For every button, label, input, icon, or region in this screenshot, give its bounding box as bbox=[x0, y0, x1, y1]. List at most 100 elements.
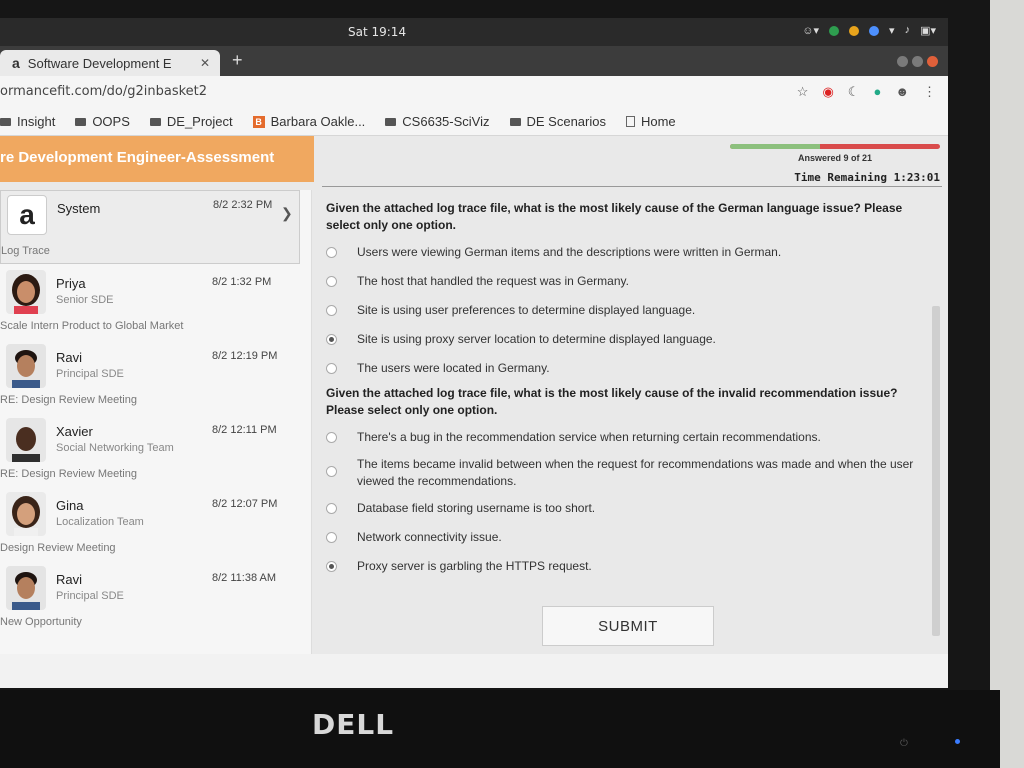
message-time: 8/2 12:07 PM bbox=[212, 498, 278, 510]
radio-button[interactable] bbox=[326, 363, 337, 374]
radio-button[interactable] bbox=[326, 532, 337, 543]
profile-avatar-icon[interactable]: ☻ bbox=[895, 84, 909, 100]
chrome-icon[interactable] bbox=[849, 26, 860, 36]
header-divider bbox=[322, 186, 942, 187]
update-icon[interactable] bbox=[869, 26, 880, 36]
minimize-icon[interactable] bbox=[897, 56, 908, 67]
opera-extension-icon[interactable]: ◉ bbox=[822, 84, 833, 100]
radio-button[interactable] bbox=[326, 247, 337, 258]
folder-icon bbox=[509, 117, 521, 126]
bookmark-star-icon[interactable]: ☆ bbox=[797, 84, 809, 100]
maximize-icon[interactable] bbox=[912, 56, 923, 67]
radio-button[interactable] bbox=[326, 503, 337, 514]
amazon-logo-icon: a bbox=[7, 195, 47, 235]
page-icon bbox=[625, 116, 635, 127]
lock-icon[interactable]: ▣▾ bbox=[920, 24, 936, 37]
avatar bbox=[6, 492, 46, 536]
radio-button[interactable] bbox=[326, 305, 337, 316]
bookmark-label: CS6635-SciViz bbox=[402, 114, 490, 129]
message-subject: RE: Design Review Meeting bbox=[0, 468, 137, 480]
answered-count: Answered 9 of 21 bbox=[797, 153, 873, 163]
url-field[interactable]: ormancefit.com/do/g2inbasket2 bbox=[0, 84, 207, 99]
question-1-option-5[interactable]: The users were located in Germany. bbox=[318, 360, 930, 377]
close-window-icon[interactable] bbox=[927, 56, 938, 67]
wifi-icon[interactable]: ▾ bbox=[889, 24, 895, 37]
question-1-option-3[interactable]: Site is using user preferences to determ… bbox=[318, 302, 930, 319]
question-scrollbar[interactable] bbox=[932, 306, 940, 636]
bookmark-label: Insight bbox=[17, 114, 56, 129]
bookmark-home[interactable]: Home bbox=[625, 114, 676, 129]
bookmark-oops[interactable]: OOPS bbox=[75, 114, 130, 129]
avatar bbox=[6, 566, 46, 610]
bookmark-de-project[interactable]: DE_Project bbox=[149, 114, 233, 129]
dark-mode-icon[interactable]: ☾ bbox=[848, 84, 860, 100]
time-remaining: Time Remaining 1:23:01 bbox=[794, 171, 940, 184]
radio-button-selected[interactable] bbox=[326, 334, 337, 345]
sender-role: Principal SDE bbox=[56, 590, 124, 602]
screen-bottom-margin bbox=[0, 654, 948, 688]
inbox-item-system[interactable]: a System 8/2 2:32 PM ❯ Log Trace bbox=[0, 190, 300, 264]
message-subject: Design Review Meeting bbox=[0, 542, 116, 554]
inbox-list: a System 8/2 2:32 PM ❯ Log Trace Priya S… bbox=[0, 190, 312, 658]
submit-button[interactable]: SUBMIT bbox=[542, 606, 714, 646]
radio-button-selected[interactable] bbox=[326, 561, 337, 572]
bookmark-barbara-oakley[interactable]: B Barbara Oakle... bbox=[252, 114, 365, 129]
question-1-option-4[interactable]: Site is using proxy server location to d… bbox=[318, 331, 930, 348]
question-2-option-4[interactable]: Network connectivity issue. bbox=[318, 529, 930, 546]
sender-name: Gina bbox=[56, 498, 84, 513]
sender-name: Ravi bbox=[56, 350, 83, 365]
wall-background bbox=[990, 0, 1024, 768]
option-label: The users were located in Germany. bbox=[357, 361, 550, 375]
window-controls bbox=[897, 56, 938, 67]
bookmark-label: OOPS bbox=[92, 114, 130, 129]
question-2-option-3[interactable]: Database field storing username is too s… bbox=[318, 500, 930, 517]
option-label: Site is using user preferences to determ… bbox=[357, 303, 696, 317]
bookmark-de-scenarios[interactable]: DE Scenarios bbox=[509, 114, 606, 129]
option-label: The host that handled the request was in… bbox=[357, 274, 629, 288]
inbox-item-ravi-2[interactable]: Ravi Principal SDE 8/2 11:38 AM New Oppo… bbox=[0, 562, 300, 636]
system-tray: ☺▾ ▾ ♪ ▣▾ bbox=[802, 24, 936, 37]
amazon-favicon-icon: a bbox=[12, 55, 20, 71]
question-2-option-1[interactable]: There's a bug in the recommendation serv… bbox=[318, 429, 930, 446]
bookmark-label: DE Scenarios bbox=[526, 114, 606, 129]
question-2-option-5[interactable]: Proxy server is garbling the HTTPS reque… bbox=[318, 558, 930, 575]
message-time: 8/2 1:32 PM bbox=[212, 276, 272, 288]
radio-button[interactable] bbox=[326, 276, 337, 287]
new-tab-icon[interactable]: + bbox=[232, 50, 243, 71]
option-label: Users were viewing German items and the … bbox=[357, 245, 782, 259]
question-2-option-2[interactable]: The items became invalid between when th… bbox=[318, 456, 930, 490]
inbox-item-gina[interactable]: Gina Localization Team 8/2 12:07 PM Desi… bbox=[0, 488, 300, 562]
inbox-item-priya[interactable]: Priya Senior SDE 8/2 1:32 PM Scale Inter… bbox=[0, 266, 300, 340]
close-tab-icon[interactable]: ✕ bbox=[200, 56, 210, 70]
progress-bar bbox=[730, 144, 940, 149]
bookmark-cs6635[interactable]: CS6635-SciViz bbox=[385, 114, 490, 129]
sender-role: Localization Team bbox=[56, 516, 144, 528]
extension-status-icon[interactable] bbox=[829, 26, 840, 36]
bookmarks-bar: Insight OOPS DE_Project B Barbara Oakle..… bbox=[0, 108, 948, 136]
progress-indicator: Answered 9 of 21 bbox=[730, 144, 940, 163]
question-1-option-2[interactable]: The host that handled the request was in… bbox=[318, 273, 930, 290]
grammarly-icon[interactable]: ● bbox=[873, 84, 881, 100]
system-clock[interactable]: Sat 19:14 bbox=[348, 25, 406, 39]
sender-role: Senior SDE bbox=[56, 294, 114, 306]
sender-name: Priya bbox=[56, 276, 86, 291]
blogger-icon: B bbox=[252, 115, 265, 128]
message-subject: Log Trace bbox=[1, 245, 50, 257]
accessibility-icon[interactable]: ☺▾ bbox=[802, 24, 819, 37]
radio-button[interactable] bbox=[326, 466, 337, 477]
volume-icon[interactable]: ♪ bbox=[905, 24, 911, 37]
sender-name: System bbox=[57, 201, 101, 216]
bookmark-label: Home bbox=[640, 114, 676, 129]
inbox-item-xavier[interactable]: Xavier Social Networking Team 8/2 12:11 … bbox=[0, 414, 300, 488]
inbox-item-ravi[interactable]: Ravi Principal SDE 8/2 12:19 PM RE: Desi… bbox=[0, 340, 300, 414]
browser-tab-active[interactable]: a Software Development E ✕ bbox=[0, 50, 220, 76]
bookmark-insight[interactable]: Insight bbox=[0, 114, 55, 129]
folder-icon bbox=[0, 117, 11, 126]
browser-menu-icon[interactable]: ⋮ bbox=[923, 84, 936, 100]
monitor-bottom-bezel bbox=[0, 690, 1000, 768]
question-1-option-1[interactable]: Users were viewing German items and the … bbox=[318, 244, 930, 261]
radio-button[interactable] bbox=[326, 432, 337, 443]
bookmark-label: DE_Project bbox=[166, 114, 233, 129]
power-button-icon[interactable]: ⏻ bbox=[900, 738, 908, 749]
chevron-right-icon[interactable]: ❯ bbox=[281, 205, 293, 222]
